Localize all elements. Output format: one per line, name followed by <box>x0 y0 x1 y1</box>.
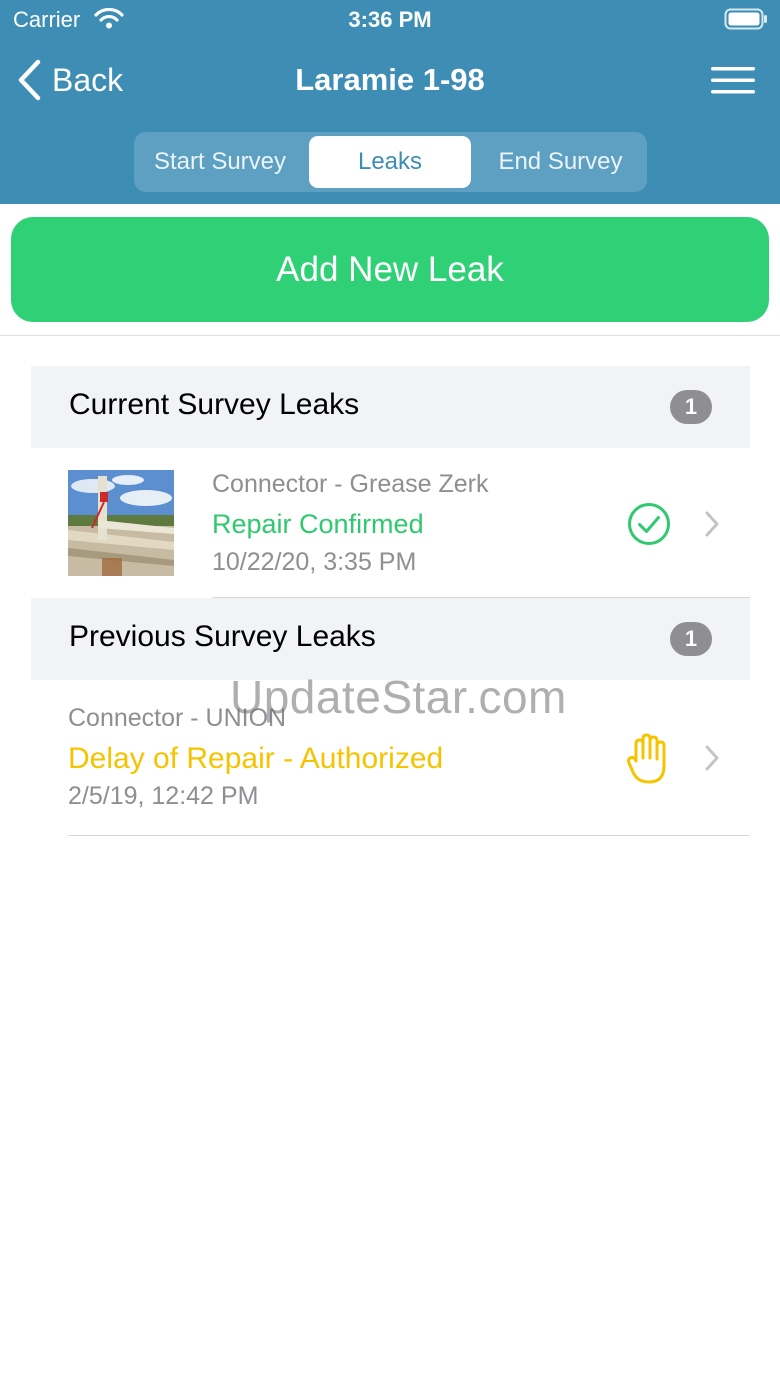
row-separator <box>68 835 750 836</box>
chevron-right-icon <box>705 511 719 537</box>
count-badge: 1 <box>670 390 712 424</box>
battery-icon <box>724 8 767 30</box>
tab-start-survey[interactable]: Start Survey <box>134 136 306 188</box>
tab-leaks[interactable]: Leaks <box>309 136 471 188</box>
page-title: Laramie 1-98 <box>295 62 485 97</box>
section-header-previous: Previous Survey Leaks 1 <box>31 598 750 680</box>
leak-status: Repair Confirmed <box>212 509 424 539</box>
watermark-text: UpdateStar.com <box>230 671 567 723</box>
section-title: Current Survey Leaks <box>69 388 360 421</box>
chevron-right-icon <box>705 745 719 771</box>
section-header-current: Current Survey Leaks 1 <box>31 366 750 448</box>
tab-end-survey[interactable]: End Survey <box>474 136 647 188</box>
status-time: 3:36 PM <box>348 7 432 32</box>
count-badge: 1 <box>670 622 712 656</box>
leak-timestamp: 10/22/20, 3:35 PM <box>212 548 417 576</box>
check-circle-icon <box>628 503 670 545</box>
leak-photo-thumbnail <box>68 470 174 576</box>
leak-component: Connector - Grease Zerk <box>212 470 489 498</box>
header: Carrier 3:36 PM Back Laramie 1-98 Start … <box>0 0 780 204</box>
hand-stop-icon <box>627 733 666 784</box>
leak-row-current[interactable]: Connector - Grease Zerk Repair Confirmed… <box>31 448 750 598</box>
add-new-leak-button[interactable]: Add New Leak <box>11 217 769 322</box>
leak-timestamp: 2/5/19, 12:42 PM <box>68 782 259 810</box>
divider <box>0 335 780 336</box>
survey-tabs: Start Survey Leaks End Survey <box>134 132 647 192</box>
nav-bar: Back Laramie 1-98 <box>0 48 780 112</box>
leak-status: Delay of Repair - Authorized <box>68 742 444 775</box>
section-title: Previous Survey Leaks <box>69 620 376 653</box>
status-bar: Carrier 3:36 PM <box>0 0 780 40</box>
hamburger-menu-icon[interactable] <box>710 64 756 96</box>
